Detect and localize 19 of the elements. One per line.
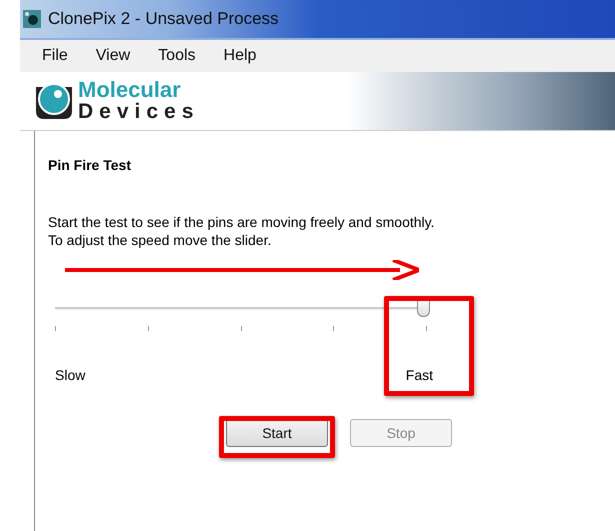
app-icon	[22, 9, 42, 29]
logo-text: Devices	[78, 101, 200, 123]
tick-mark	[426, 326, 427, 331]
menu-item[interactable]: Help	[212, 47, 268, 65]
slider-label: Slow	[55, 367, 86, 383]
logo-text: Molecular	[78, 79, 182, 101]
tick-mark	[240, 326, 242, 331]
tick-mark	[148, 326, 149, 331]
slider-label: Fast	[406, 367, 433, 383]
tick-mark	[333, 326, 334, 331]
instruction-text: To adjust the speed move the slider.	[48, 231, 272, 249]
instruction-text: Start the test to see if the pins are moving freely and smoothly.	[48, 213, 436, 231]
window-title: ClonePix 2 - Unsaved Process	[48, 9, 279, 29]
tick-mark	[55, 326, 56, 331]
panel-title: Pin Fire Test	[48, 157, 132, 173]
menu-item[interactable]: View	[84, 47, 142, 65]
action-button[interactable]: Start	[226, 419, 328, 447]
menu-item[interactable]: File	[30, 47, 80, 65]
menu-item[interactable]: Tools	[146, 47, 208, 65]
